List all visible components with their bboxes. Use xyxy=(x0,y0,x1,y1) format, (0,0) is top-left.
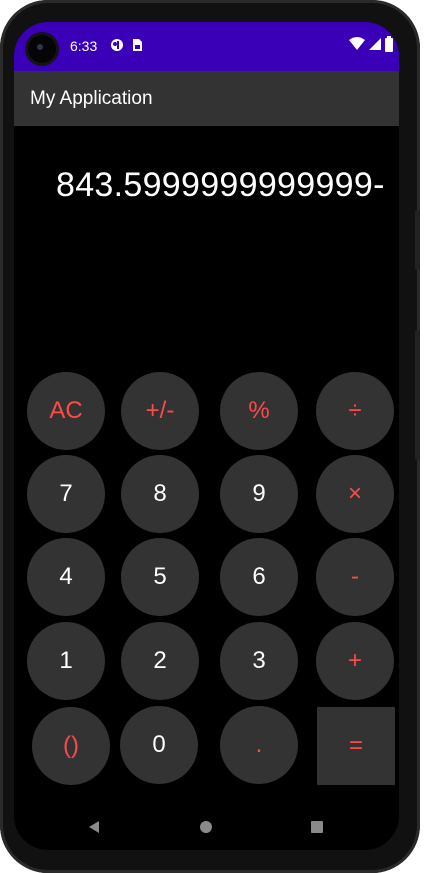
digit-0-button[interactable]: 0 xyxy=(120,706,198,784)
digit-2-button[interactable]: 2 xyxy=(121,622,199,700)
plus-button[interactable]: + xyxy=(316,622,394,700)
status-time: 6:33 xyxy=(70,38,98,54)
digit-4-button[interactable]: 4 xyxy=(27,538,105,616)
percent-button[interactable]: % xyxy=(220,372,298,450)
multiply-button[interactable]: × xyxy=(316,455,394,533)
back-icon[interactable] xyxy=(87,820,101,839)
signal-icon xyxy=(369,37,381,56)
sign-toggle-button[interactable]: +/- xyxy=(121,372,199,450)
minus-button[interactable]: - xyxy=(316,538,394,616)
notification-icon xyxy=(110,38,124,52)
battery-icon xyxy=(385,36,393,57)
expression-text: 843.5999999999999- xyxy=(56,166,385,204)
power-button xyxy=(415,330,420,460)
calculator-display: 843.5999999999999- xyxy=(14,126,399,366)
digit-9-button[interactable]: 9 xyxy=(220,455,298,533)
recents-icon[interactable] xyxy=(310,820,324,839)
equals-button[interactable]: = xyxy=(317,707,395,785)
digit-6-button[interactable]: 6 xyxy=(220,538,298,616)
digit-7-button[interactable]: 7 xyxy=(27,455,105,533)
system-icons xyxy=(349,36,393,57)
digit-3-button[interactable]: 3 xyxy=(220,622,298,700)
navigation-bar xyxy=(14,802,399,850)
front-camera xyxy=(28,35,56,63)
decimal-button[interactable]: . xyxy=(220,706,298,784)
parentheses-button[interactable]: () xyxy=(32,707,110,785)
divide-button[interactable]: ÷ xyxy=(316,372,394,450)
digit-8-button[interactable]: 8 xyxy=(121,455,199,533)
app-bar: My Application xyxy=(14,71,399,126)
status-bar: 6:33 xyxy=(14,22,399,71)
volume-button xyxy=(415,210,420,270)
clear-button[interactable]: AC xyxy=(27,372,105,450)
phone-frame: 6:33 My Application 843.5999999999999- A… xyxy=(0,0,420,873)
wifi-icon xyxy=(349,37,365,56)
app-title: My Application xyxy=(30,88,153,109)
home-icon[interactable] xyxy=(199,820,213,839)
digit-1-button[interactable]: 1 xyxy=(27,622,105,700)
screen: 6:33 My Application 843.5999999999999- A… xyxy=(14,22,399,850)
sim-icon xyxy=(130,38,144,52)
digit-5-button[interactable]: 5 xyxy=(121,538,199,616)
